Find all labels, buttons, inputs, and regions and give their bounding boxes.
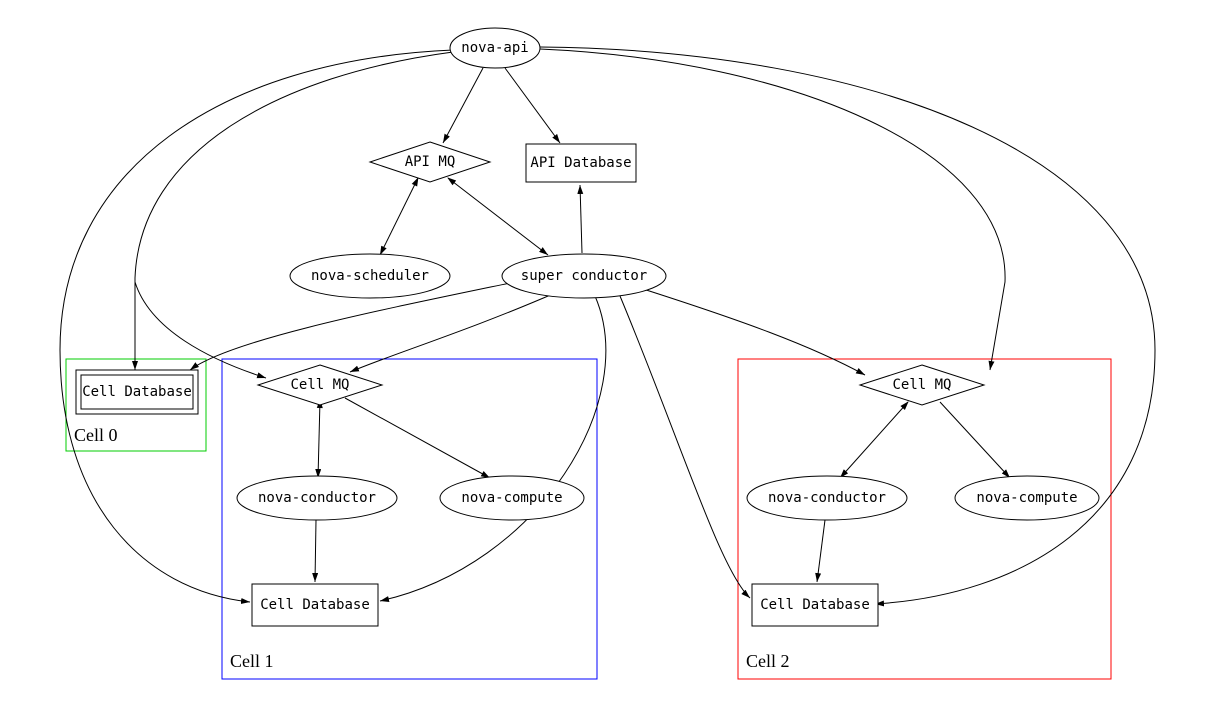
edge-cell2mq-compute [940, 402, 1010, 478]
node-cell2-compute-label: nova-compute [976, 490, 1077, 506]
node-cell0-database-label: Cell Database [82, 384, 192, 400]
node-api-database-label: API Database [530, 155, 631, 171]
cluster-cell1-label: Cell 1 [230, 651, 274, 671]
architecture-diagram: Cell 0 Cell 1 Cell 2 nova-api AP [0, 0, 1217, 721]
edge-superconductor-cell2db [620, 296, 750, 598]
edge-novaapi-cell1db [60, 50, 453, 602]
edge-cell2mq-conductor [840, 402, 908, 478]
node-cell2-mq-label: Cell MQ [892, 377, 951, 393]
node-cell2-database-label: Cell Database [760, 597, 870, 613]
cluster-cell0-label: Cell 0 [74, 425, 118, 445]
edge-cell1mq-compute [345, 398, 490, 478]
node-cell2-conductor-label: nova-conductor [768, 490, 886, 506]
node-cell1-conductor-label: nova-conductor [258, 490, 376, 506]
node-super-conductor-label: super conductor [521, 268, 647, 284]
edge-apimq-scheduler [380, 178, 418, 255]
node-nova-scheduler-label: nova-scheduler [311, 268, 429, 284]
edge-novaapi-apidb [505, 68, 560, 143]
node-cell1-compute-label: nova-compute [461, 490, 562, 506]
edge-superconductor-cell1mq [350, 293, 555, 372]
edge-cell1mq-conductor [318, 400, 320, 478]
node-cell1-mq-label: Cell MQ [290, 377, 349, 393]
cluster-cell2-box [738, 359, 1111, 679]
node-api-mq-label: API MQ [405, 154, 456, 170]
node-cell1-database-label: Cell Database [260, 597, 370, 613]
cluster-cell2-label: Cell 2 [746, 651, 790, 671]
edge-superconductor-cell1db [380, 296, 606, 601]
cluster-cell1-box [222, 359, 597, 679]
node-nova-api-label: nova-api [461, 40, 528, 56]
edge-novaapi-cell0db [135, 52, 453, 370]
edge-apimq-superconductor [448, 178, 548, 255]
edge-novaapi-apimq [443, 68, 483, 143]
edge-novaapi-cell2mq [540, 49, 1005, 370]
edge-superconductor-apidb [580, 185, 582, 253]
edge-cell2conductor-db [817, 520, 825, 582]
edge-superconductor-cell2mq [640, 288, 865, 375]
edge-cell1conductor-db [315, 520, 316, 582]
